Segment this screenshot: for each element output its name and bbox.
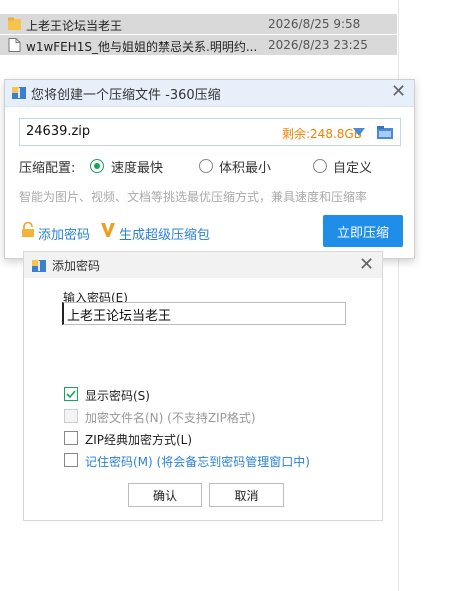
password-input[interactable]: 上老王论坛当老王 [62, 302, 346, 325]
compress-dialog-title: 您将创建一个压缩文件 -360压缩 [31, 88, 221, 103]
radio-fastest[interactable] [90, 159, 104, 173]
archive-app-icon [32, 260, 46, 272]
radio-custom-label[interactable]: 自定义 [333, 157, 372, 176]
show-password-label[interactable]: 显示密码(S) [85, 387, 150, 404]
remember-password-checkbox[interactable] [64, 453, 78, 467]
radio-fastest-label[interactable]: 速度最快 [111, 157, 163, 176]
cancel-button[interactable]: 取消 [209, 483, 284, 507]
remaining-space: 剩余:248.8GB [282, 127, 362, 141]
file-date: 2026/8/23 23:25 [268, 38, 368, 52]
archive-app-icon [12, 87, 26, 99]
compress-config-label: 压缩配置: [19, 161, 76, 176]
zip-classic-encryption-label[interactable]: ZIP经典加密方式(L) [85, 431, 192, 448]
checkmark-icon [66, 390, 76, 399]
folder-icon [8, 17, 21, 30]
radio-custom[interactable] [313, 159, 327, 173]
encrypt-filename-checkbox [64, 409, 78, 423]
lock-icon [22, 222, 34, 237]
password-dialog-title: 添加密码 [52, 259, 101, 273]
archive-path-value: 24639.zip [26, 124, 91, 139]
archive-path-input[interactable]: 24639.zip 剩余:248.8GB [19, 118, 401, 146]
file-row-document[interactable]: w1wFEH1S_他与姐姐的禁忌关系.明明约... 2026/8/23 23:2… [0, 35, 397, 55]
v-badge-icon [101, 223, 115, 237]
show-password-checkbox[interactable] [64, 387, 78, 401]
password-dialog-titlebar[interactable]: 添加密码 ✕ [24, 252, 382, 278]
zip-classic-encryption-checkbox[interactable] [64, 431, 78, 445]
password-dialog: 添加密码 ✕ 输入密码(E) 上老王论坛当老王 显示密码(S) 加密文件名(N)… [23, 251, 383, 521]
compress-dialog: 您将创建一个压缩文件 -360压缩 ✕ 24639.zip 剩余:248.8GB… [4, 79, 415, 259]
compress-dialog-titlebar[interactable]: 您将创建一个压缩文件 -360压缩 ✕ [5, 80, 414, 107]
compress-hint: 智能为图片、视频、文档等挑选最优压缩方式，兼具速度和压缩率 [19, 190, 368, 204]
file-name: w1wFEH1S_他与姐姐的禁忌关系.明明约... [26, 40, 256, 54]
close-icon[interactable]: ✕ [391, 83, 406, 101]
close-icon[interactable]: ✕ [359, 256, 374, 274]
add-password-link[interactable]: 添加密码 [38, 224, 90, 243]
compress-now-button[interactable]: 立即压缩 [323, 215, 403, 247]
remember-password-label[interactable]: 记住密码(M) (将会备忘到密码管理窗口中) [85, 453, 310, 470]
file-name: 上老王论坛当老王 [26, 19, 123, 33]
confirm-button[interactable]: 确认 [128, 483, 202, 507]
radio-smallest[interactable] [199, 159, 213, 173]
file-date: 2026/8/25 9:58 [268, 17, 361, 31]
browse-folder-icon[interactable] [377, 125, 393, 139]
radio-smallest-label[interactable]: 体积最小 [219, 157, 271, 176]
file-row-folder[interactable]: 上老王论坛当老王 2026/8/25 9:58 [0, 14, 397, 34]
file-icon [8, 38, 21, 52]
encrypt-filename-label: 加密文件名(N) (不支持ZIP格式) [85, 411, 256, 425]
dropdown-arrow-icon[interactable] [353, 128, 365, 136]
super-pack-link[interactable]: 生成超级压缩包 [119, 224, 210, 243]
